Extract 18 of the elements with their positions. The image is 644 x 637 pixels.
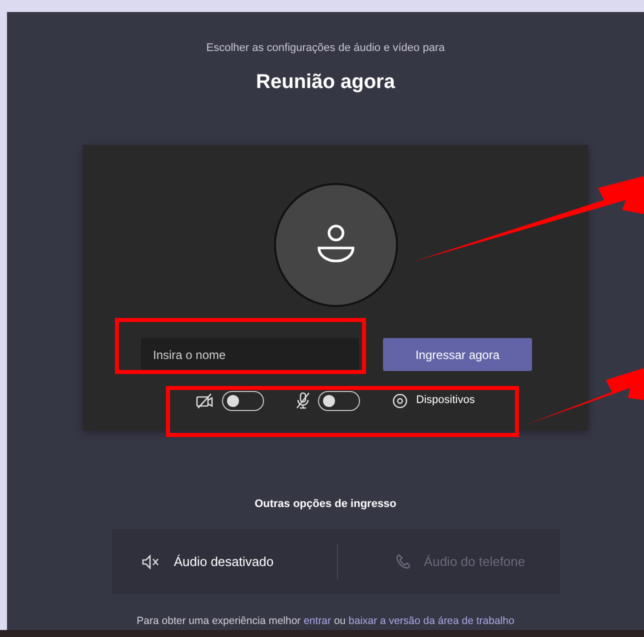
name-field[interactable]: Insira o nome bbox=[141, 338, 359, 372]
sign-in-link[interactable]: entrar bbox=[304, 615, 332, 627]
mic-toggle[interactable] bbox=[318, 390, 360, 410]
audio-option: Áudio do telefone bbox=[418, 550, 532, 572]
join-button[interactable]: Ingressar agora bbox=[383, 338, 532, 371]
mic-off-icon bbox=[296, 392, 310, 409]
subtitle: Escolher as configurações de áudio e vídeo para bbox=[205, 41, 446, 56]
camera-toggle[interactable] bbox=[222, 390, 264, 410]
audio-option[interactable]: Áudio desativado bbox=[168, 550, 280, 572]
footer-text: Para obter uma experiência melhor entrar ou baixar a versão da área de trabalho bbox=[136, 614, 516, 629]
section-heading: Outras opções de ingresso bbox=[254, 496, 398, 512]
phone-icon bbox=[396, 554, 410, 569]
speaker-off-icon bbox=[140, 554, 160, 570]
devices-button[interactable]: Dispositivos bbox=[416, 392, 475, 409]
meeting-title: Reunião agora bbox=[255, 70, 396, 94]
camera-off-icon bbox=[196, 392, 214, 408]
settings-icon bbox=[392, 392, 408, 408]
download-link[interactable]: baixar a versão da área de trabalho bbox=[348, 615, 514, 627]
